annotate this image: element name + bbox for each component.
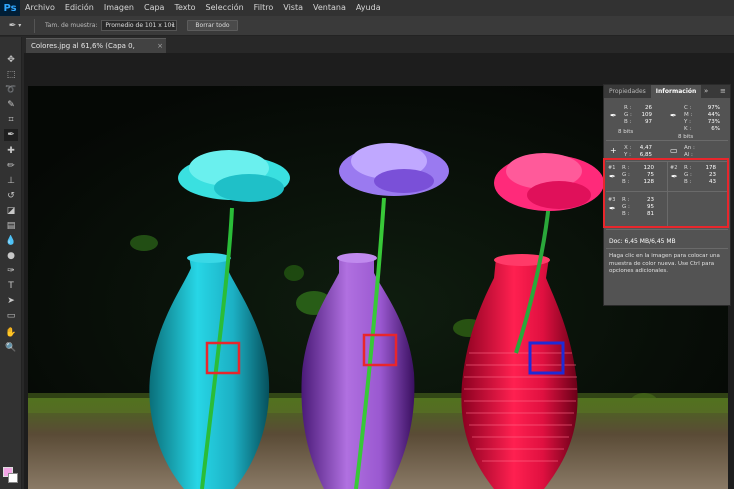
- cmyk-k-value: 6%: [711, 126, 720, 132]
- history-brush-icon[interactable]: ↺: [4, 190, 18, 202]
- rgb-b-value: 97: [645, 119, 652, 125]
- width-label: An :: [684, 145, 695, 151]
- marquee-icon[interactable]: ⬚: [4, 69, 18, 81]
- cmyk-c-label: C :: [684, 105, 692, 111]
- quick-select-icon[interactable]: ✎: [4, 99, 18, 111]
- brush-icon[interactable]: ✏: [4, 160, 18, 172]
- rgb-r-label: R :: [624, 105, 632, 111]
- path-select-icon[interactable]: ➤: [4, 295, 18, 307]
- close-icon[interactable]: ×: [157, 39, 163, 53]
- tab-info[interactable]: Información: [650, 85, 702, 98]
- samples-highlight-box: [603, 158, 729, 228]
- lasso-icon[interactable]: ➰: [4, 84, 18, 96]
- menu-ventana[interactable]: Ventana: [308, 0, 351, 16]
- cmyk-m-value: 44%: [707, 112, 720, 118]
- rgb-r-value: 26: [645, 105, 652, 111]
- menu-texto[interactable]: Texto: [169, 0, 200, 16]
- dodge-icon[interactable]: ●: [4, 250, 18, 262]
- divider: [606, 229, 728, 230]
- sample-size-label: Tam. de muestra:: [45, 22, 98, 29]
- expand-icon[interactable]: »: [704, 85, 708, 98]
- cmyk-k-label: K :: [684, 126, 692, 132]
- healing-icon[interactable]: ✚: [4, 145, 18, 157]
- crosshair-icon: +: [610, 146, 617, 155]
- menu-imagen[interactable]: Imagen: [99, 0, 139, 16]
- background-color-swatch[interactable]: [8, 473, 18, 483]
- tools-panel: ✥ ⬚ ➰ ✎ ⌗ ✒ ✚ ✏ ⊥ ↺ ◪ ▤ 💧 ● ✑ T ➤ ▭ ✋ 🔍: [0, 37, 22, 489]
- menu-seleccion[interactable]: Selección: [201, 0, 249, 16]
- rgb-b-label: B :: [624, 119, 632, 125]
- divider: [34, 18, 35, 33]
- shape-icon[interactable]: ▭: [4, 310, 18, 322]
- rgb-bits: 8 bits: [618, 129, 634, 135]
- document-tab[interactable]: Colores.jpg al 61,6% (Capa 0, RGB/8#) * …: [26, 38, 166, 64]
- eyedropper-icon[interactable]: ✒: [4, 129, 18, 141]
- stamp-icon[interactable]: ⊥: [4, 175, 18, 187]
- menu-edicion[interactable]: Edición: [60, 0, 99, 16]
- tool-preset-picker[interactable]: ✒ ▾: [0, 16, 30, 36]
- blur-icon[interactable]: 💧: [4, 235, 18, 247]
- eyedropper-icon: ✒: [610, 111, 617, 120]
- panel-tab-bar: Propiedades Información » ≡: [604, 85, 730, 98]
- cmyk-y-label: Y :: [684, 119, 691, 125]
- tab-properties[interactable]: Propiedades: [604, 85, 651, 98]
- panel-menu-icon[interactable]: ≡: [720, 85, 726, 98]
- menu-vista[interactable]: Vista: [278, 0, 308, 16]
- x-value: 4,47: [639, 145, 652, 151]
- rgb-g-label: G :: [624, 112, 632, 118]
- sample-size-select[interactable]: Promedio de 101 x 101: [101, 20, 178, 31]
- cmyk-y-value: 73%: [707, 119, 720, 125]
- color-sampler-icon: ✒: [8, 20, 17, 31]
- divider: [606, 140, 728, 141]
- info-hint-text: Haga clic en la imagen para colocar una …: [609, 253, 720, 274]
- menu-archivo[interactable]: Archivo: [20, 0, 60, 16]
- x-label: X :: [624, 145, 632, 151]
- crop-icon[interactable]: ⌗: [4, 114, 18, 126]
- divider: [606, 248, 728, 249]
- hand-icon[interactable]: ✋: [4, 327, 18, 339]
- cmyk-c-value: 97%: [707, 105, 720, 111]
- photoshop-logo: Ps: [0, 0, 20, 16]
- chevron-down-icon: ▾: [18, 22, 22, 29]
- pen-icon[interactable]: ✑: [4, 265, 18, 277]
- menu-bar: Ps Archivo Edición Imagen Capa Texto Sel…: [0, 0, 734, 16]
- options-bar: ✒ ▾ Tam. de muestra: Promedio de 101 x 10…: [0, 16, 734, 36]
- zoom-icon[interactable]: 🔍: [4, 342, 18, 354]
- menu-capa[interactable]: Capa: [139, 0, 169, 16]
- type-icon[interactable]: T: [4, 280, 18, 292]
- rgb-g-value: 109: [641, 112, 653, 118]
- clear-all-button[interactable]: Borrar todo: [187, 20, 238, 31]
- selection-size-icon: ▭: [670, 146, 678, 155]
- menu-ayuda[interactable]: Ayuda: [351, 0, 386, 16]
- document-size: Doc: 6,45 MB/6,45 MB: [609, 238, 676, 245]
- document-tab-bar: Colores.jpg al 61,6% (Capa 0, RGB/8#) * …: [24, 37, 734, 64]
- menu-filtro[interactable]: Filtro: [249, 0, 279, 16]
- cmyk-m-label: M :: [684, 112, 693, 118]
- eyedropper-cmyk-icon: ✒: [670, 111, 677, 120]
- gradient-icon[interactable]: ▤: [4, 220, 18, 232]
- move-icon[interactable]: ✥: [4, 54, 18, 66]
- eraser-icon[interactable]: ◪: [4, 205, 18, 217]
